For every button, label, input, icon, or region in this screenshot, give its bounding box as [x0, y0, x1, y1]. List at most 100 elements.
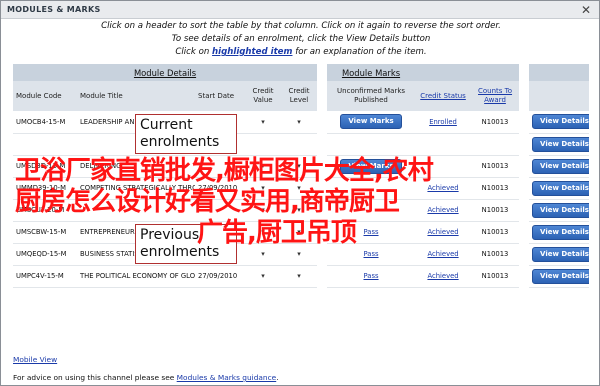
col-module-code[interactable]: Module Code: [13, 81, 77, 111]
view-details-button[interactable]: View Details: [532, 180, 590, 196]
credit-level: ▾: [281, 265, 318, 288]
window-title: MODULES & MARKS: [7, 5, 101, 14]
details-cell: View Details: [529, 199, 590, 222]
instruction-highlight: Click on highlighted item for an explana…: [1, 47, 600, 57]
close-icon[interactable]: ✕: [581, 4, 591, 16]
credit-status: Achieved: [415, 199, 472, 222]
current-enrolments-callout: Current enrolments: [135, 114, 237, 154]
mark-result-link[interactable]: Pass: [364, 228, 379, 236]
table-row: UMOCB4-15-M LEADERSHIP AND ▾ ▾ View Marks Enr…: [13, 111, 590, 134]
credit-status: [415, 133, 472, 156]
credit-value: [245, 133, 281, 156]
table-row: View Details: [13, 133, 590, 156]
view-details-button[interactable]: View Details: [532, 224, 590, 240]
counts-to-award: N10013: [471, 199, 520, 222]
module-code: UMSCBW-15-M: [13, 221, 77, 244]
module-code: UMQEQD-15-M: [13, 243, 77, 266]
advert-overlay-line2: 厨房怎么设计好看又实用,商帝厨卫: [15, 187, 400, 217]
highlighted-item-link[interactable]: highlighted item: [212, 47, 292, 57]
credit-status: Achieved: [415, 221, 472, 244]
counts-to-award: N10013: [471, 265, 520, 288]
instruction-prefix: Click on: [175, 47, 210, 57]
details-cell: View Details: [529, 155, 590, 178]
col-counts-to-award[interactable]: Counts To Award: [471, 81, 520, 111]
credit-status-link[interactable]: Achieved: [427, 272, 458, 280]
credit-level: ▾: [281, 111, 318, 134]
start-date: 27/09/2010: [195, 265, 245, 288]
marks-cell: [327, 133, 416, 156]
advice-suffix: .: [276, 373, 279, 382]
spacer: [519, 265, 530, 287]
details-cell: View Details: [529, 111, 590, 134]
credit-value: ▾: [245, 265, 281, 288]
module-code: [13, 133, 77, 156]
spacer: [317, 81, 328, 111]
spacer: [519, 177, 530, 199]
instruction-sort: Click on a header to sort the table by t…: [101, 21, 501, 31]
module-title: THE POLITICAL ECONOMY OF GLOBALISATION: [77, 265, 195, 288]
credit-level: [281, 133, 318, 156]
chevron-down-icon: ▾: [261, 250, 265, 258]
footer-advice: For advice on using this channel please …: [13, 373, 279, 382]
details-cell: View Details: [529, 265, 590, 288]
module-marks-group[interactable]: Module Marks: [327, 64, 416, 81]
group-header-row: Module Details Module Marks: [13, 64, 590, 81]
col-credit-status[interactable]: Credit Status: [415, 81, 472, 111]
details-cell: View Details: [529, 133, 590, 156]
instruction-details: To see details of an enrolment, click th…: [171, 34, 431, 44]
column-header-row: Module Code Module Title Start Date Cred…: [13, 81, 590, 111]
counts-to-award: N10013: [471, 243, 520, 266]
spacer: [317, 133, 328, 155]
instruction-suffix: for an explanation of the item.: [295, 47, 427, 57]
module-details-group[interactable]: Module Details: [13, 64, 318, 81]
col-start-date[interactable]: Start Date: [195, 81, 245, 111]
spacer: [519, 199, 530, 221]
col-unconfirmed-marks[interactable]: Unconfirmed Marks Published: [327, 81, 416, 111]
mobile-view-link[interactable]: Mobile View: [13, 355, 57, 364]
table-row: UMPC4V-15-MTHE POLITICAL ECONOMY OF GLOB…: [13, 265, 590, 288]
counts-to-award: N10013: [471, 155, 520, 178]
details-group-fill: [529, 64, 590, 81]
spacer: [317, 64, 328, 81]
view-details-button[interactable]: View Details: [532, 246, 590, 262]
col-credit-level[interactable]: Credit Level: [281, 81, 318, 111]
credit-status-link[interactable]: Achieved: [427, 228, 458, 236]
spacer: [519, 111, 530, 133]
col-credit-value[interactable]: Credit Value: [245, 81, 281, 111]
chevron-down-icon: ▾: [297, 272, 301, 280]
credit-status: Enrolled: [415, 111, 472, 134]
details-cell: View Details: [529, 221, 590, 244]
spacer: [519, 64, 530, 81]
credit-status: Achieved: [415, 243, 472, 266]
credit-status-link[interactable]: Enrolled: [429, 118, 457, 126]
spacer: [519, 243, 530, 265]
view-details-button[interactable]: View Details: [532, 136, 590, 152]
view-details-button[interactable]: View Details: [532, 114, 590, 130]
modules-marks-window: MODULES & MARKS ✕ Click on a header to s…: [0, 0, 600, 386]
view-marks-button[interactable]: View Marks: [340, 114, 402, 130]
col-module-title[interactable]: Module Title: [77, 81, 195, 111]
title-bar: MODULES & MARKS ✕: [1, 1, 599, 19]
col-details: [529, 81, 590, 111]
spacer: [519, 133, 530, 155]
counts-to-award: N10013: [471, 177, 520, 200]
view-details-button[interactable]: View Details: [532, 202, 590, 218]
credit-status: Achieved: [415, 265, 472, 288]
mark-result-link[interactable]: Pass: [364, 272, 379, 280]
spacer: [317, 111, 328, 133]
marks-cell: View Marks: [327, 111, 416, 134]
mark-result-link[interactable]: Pass: [364, 250, 379, 258]
counts-to-award: [471, 133, 520, 156]
guidance-link[interactable]: Modules & Marks guidance: [177, 373, 277, 382]
spacer: [519, 81, 530, 111]
advert-overlay-line1: 卫浴厂家直销批发,橱柜图片大全,农村: [15, 156, 434, 186]
credit-status-link[interactable]: Achieved: [427, 250, 458, 258]
credit-status-link[interactable]: Achieved: [427, 206, 458, 214]
counts-to-award: N10013: [471, 111, 520, 134]
module-code: UMOCB4-15-M: [13, 111, 77, 134]
chevron-down-icon: ▾: [297, 117, 301, 126]
advert-overlay-line3: 广告,厨卫吊顶: [197, 218, 357, 248]
view-details-button[interactable]: View Details: [532, 268, 590, 284]
view-details-button[interactable]: View Details: [532, 158, 590, 174]
marks-group-fill: [415, 64, 520, 81]
